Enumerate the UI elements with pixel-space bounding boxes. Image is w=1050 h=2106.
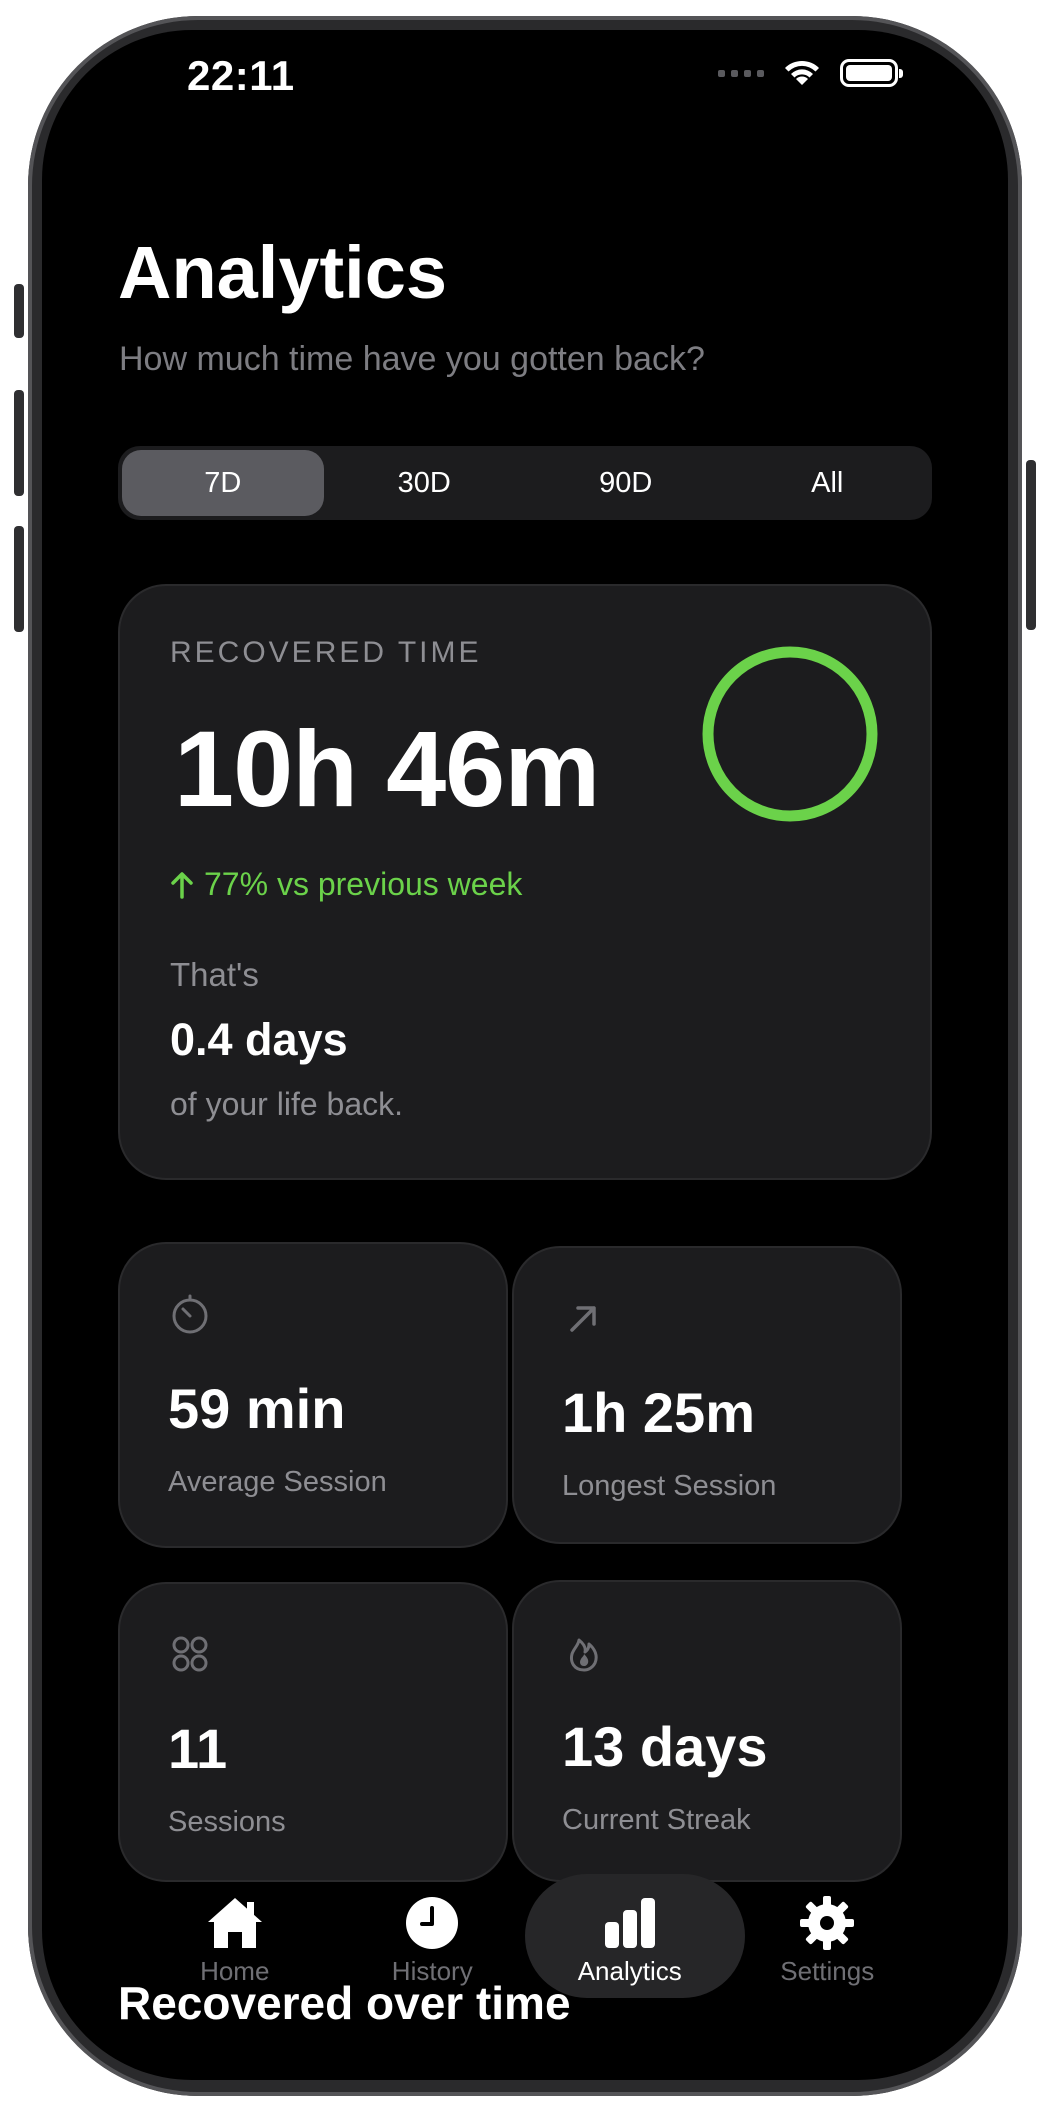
house-icon: [207, 1898, 262, 1948]
stat-value: 11: [168, 1717, 228, 1780]
status-time: 22:11: [187, 52, 295, 99]
stat-value: 13 days: [562, 1715, 768, 1778]
recovered-time-card: RECOVERED TIME 10h 46m 77% vs previous w…: [118, 584, 932, 1180]
stat-label: Average Session: [168, 1466, 387, 1498]
range-option-all[interactable]: All: [727, 450, 929, 516]
stat-card-average-session: 59 min Average Session: [118, 1242, 508, 1548]
recovered-time-value: 10h 46m: [174, 708, 600, 829]
app-screen: 22:11 Analytics How much time have you g…: [42, 30, 1008, 2080]
stat-label: Longest Session: [562, 1470, 777, 1502]
equivalent-prefix: That's: [170, 956, 259, 993]
stat-label: Current Streak: [562, 1804, 751, 1836]
range-option-7d[interactable]: 7D: [122, 450, 324, 516]
tab-label: History: [391, 1956, 473, 1986]
range-option-90d[interactable]: 90D: [525, 450, 727, 516]
power-button: [1026, 460, 1036, 630]
tab-label: Analytics: [577, 1956, 682, 1986]
equivalent-suffix: of your life back.: [170, 1086, 403, 1122]
tab-label: Home: [200, 1956, 270, 1986]
volume-down-button: [14, 526, 24, 632]
gear-icon: [800, 1896, 855, 1950]
action-button: [14, 284, 24, 338]
trend-text: 77% vs previous week: [204, 866, 523, 902]
wifi-icon: [785, 60, 819, 85]
tab-history[interactable]: History: [334, 1874, 532, 1998]
tab-bar: Home History Analytics Settings: [136, 1874, 926, 1998]
chart-bar-icon: [604, 1898, 655, 1948]
stat-label: Sessions: [168, 1806, 286, 1838]
range-segmented-control: 7D 30D 90D All: [118, 446, 932, 520]
card-eyebrow: RECOVERED TIME: [170, 636, 482, 669]
stat-card-current-streak: 13 days Current Streak: [512, 1580, 902, 1882]
clock-icon: [406, 1897, 459, 1949]
battery-icon: [840, 59, 903, 87]
status-icons: [718, 58, 903, 88]
tab-settings[interactable]: Settings: [729, 1874, 927, 1998]
arrow-up-icon: [171, 871, 193, 899]
equivalent-value: 0.4 days: [170, 1014, 348, 1065]
grid-icon: [172, 1636, 208, 1672]
page-subtitle: How much time have you gotten back?: [119, 340, 705, 378]
volume-up-button: [14, 390, 24, 496]
tab-label: Settings: [780, 1956, 875, 1986]
tab-home[interactable]: Home: [136, 1874, 334, 1998]
stat-value: 59 min: [168, 1377, 346, 1440]
flame-icon: [570, 1638, 598, 1672]
stat-value: 1h 25m: [562, 1381, 755, 1444]
tab-analytics[interactable]: Analytics: [525, 1874, 745, 1998]
page-title: Analytics: [118, 231, 448, 314]
range-option-30d[interactable]: 30D: [324, 450, 526, 516]
progress-ring-icon: [702, 646, 878, 822]
arrow-up-right-icon: [570, 1306, 596, 1332]
timer-icon: [172, 1294, 208, 1334]
stat-card-longest-session: 1h 25m Longest Session: [512, 1246, 902, 1544]
stat-card-sessions: 11 Sessions: [118, 1582, 508, 1882]
cellular-signal-icon: [718, 69, 764, 77]
trend-indicator: 77% vs previous week: [170, 866, 522, 903]
